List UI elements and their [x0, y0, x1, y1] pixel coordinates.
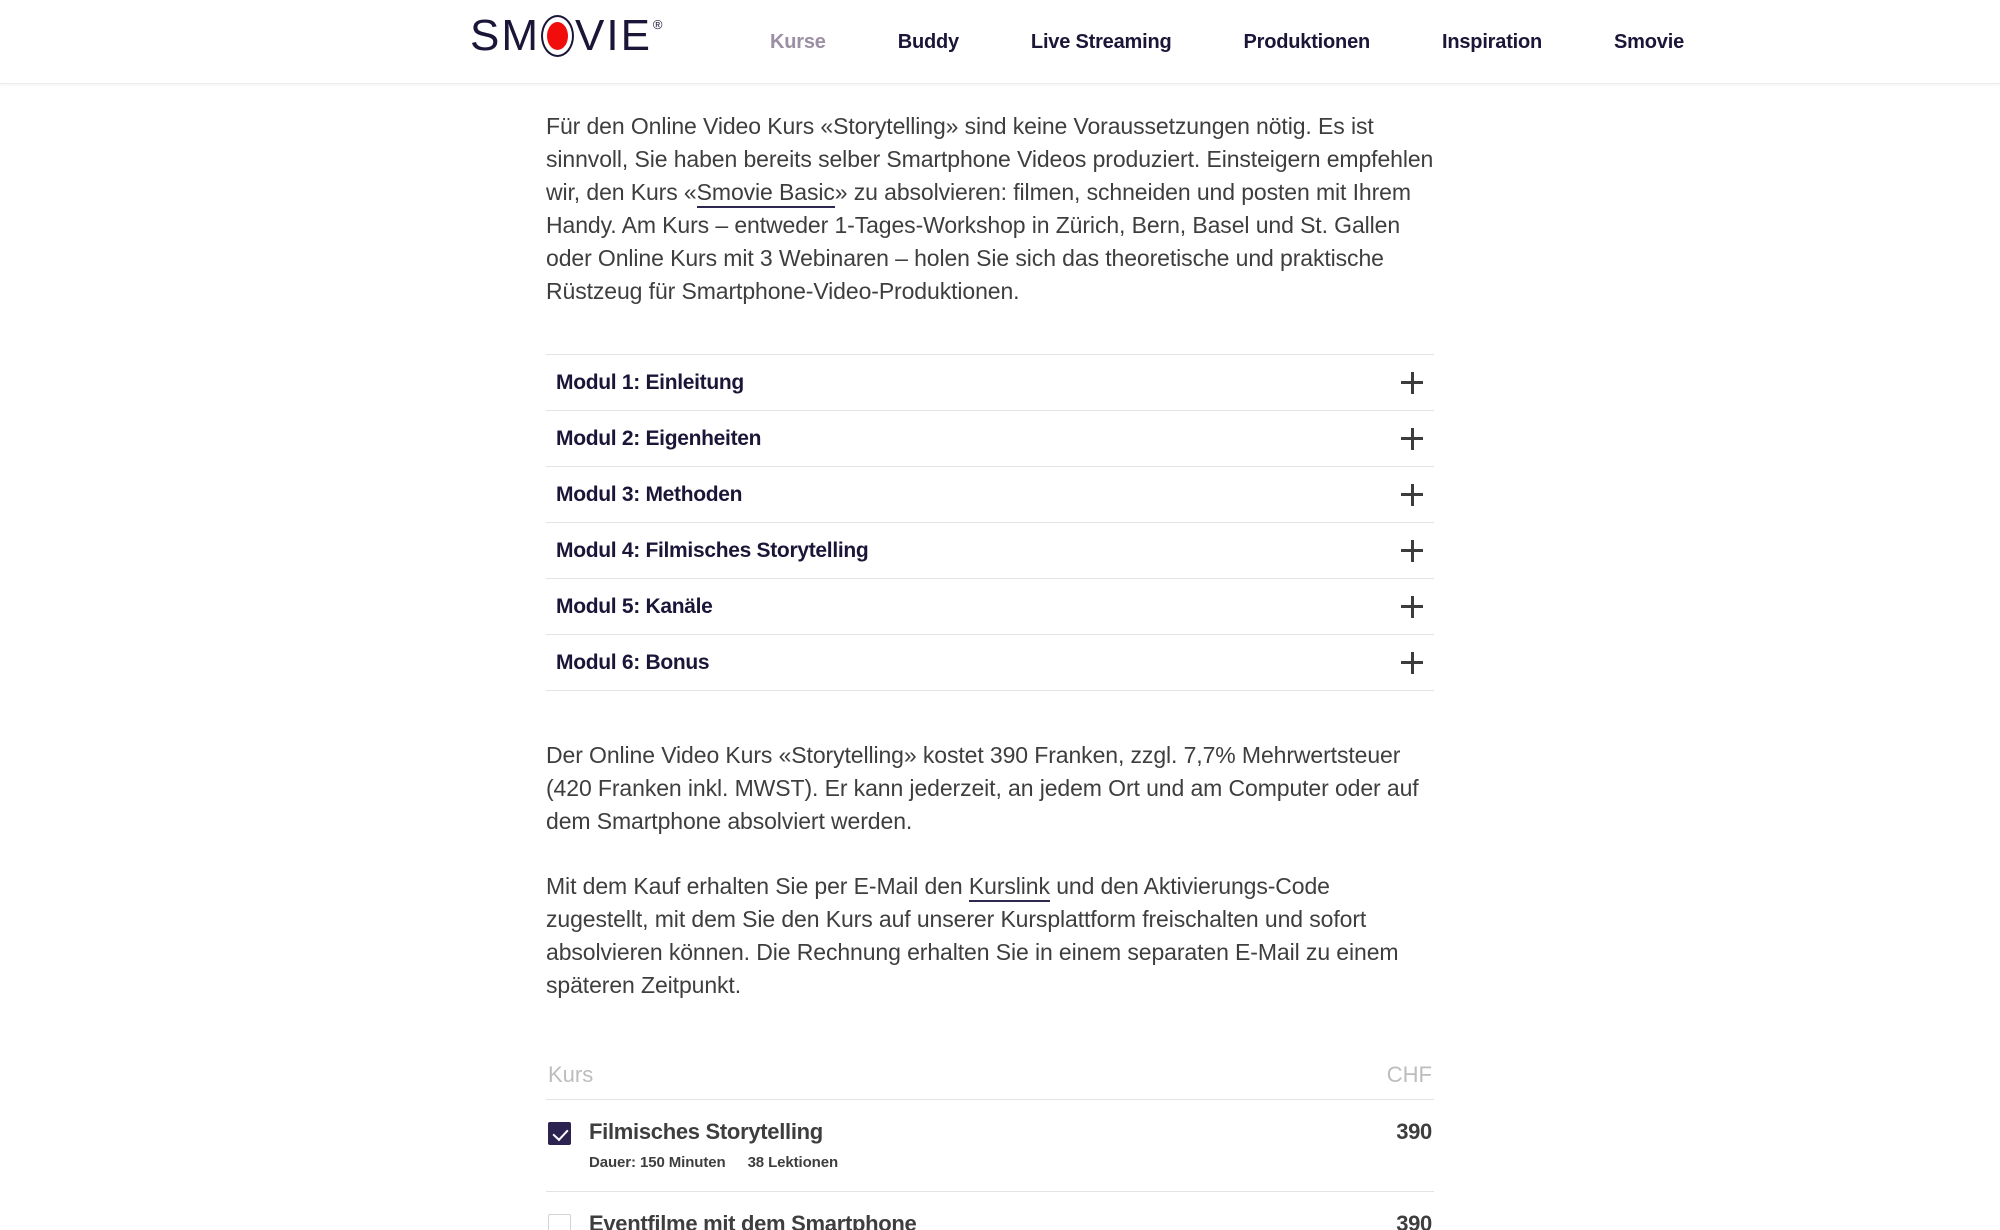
table-row: Filmisches Storytelling Dauer: 150 Minut… [546, 1100, 1434, 1192]
column-header-chf: CHF [1386, 1062, 1432, 1087]
accordion-item-modul-1[interactable]: Modul 1: Einleitung [546, 355, 1434, 411]
logo-wordmark: SM VIE [470, 14, 652, 58]
smovie-basic-link[interactable]: Smovie Basic [696, 179, 835, 208]
course-duration: Dauer: 150 Minuten [589, 1154, 726, 1171]
course-checkbox-eventfilme-mit-dem-smartphone[interactable] [548, 1214, 571, 1230]
registered-trademark-icon: ® [652, 17, 663, 32]
nav-item-buddy[interactable]: Buddy [898, 31, 959, 54]
kurslink-link[interactable]: Kurslink [968, 873, 1050, 902]
main-navigation: Kurse Buddy Live Streaming Produktionen … [770, 0, 1684, 84]
nav-item-smovie[interactable]: Smovie [1614, 31, 1684, 54]
plus-icon[interactable] [1401, 651, 1423, 674]
course-price: 390 [1396, 1119, 1432, 1144]
red-dot-o-icon [541, 15, 574, 57]
accordion-item-modul-2[interactable]: Modul 2: Eigenheiten [546, 411, 1434, 467]
logo-text-part1: SM [470, 11, 540, 60]
accordion-item-modul-4[interactable]: Modul 4: Filmisches Storytelling [546, 523, 1434, 579]
page-body: Für den Online Video Kurs «Storytelling»… [0, 84, 2000, 1230]
course-selection-table: Kurs CHF Filmisches Storytelling Dauer: … [546, 1062, 1434, 1230]
price-paragraph: Der Online Video Kurs «Storytelling» kos… [546, 742, 1419, 834]
plus-icon[interactable] [1401, 539, 1423, 562]
accordion-item-modul-5[interactable]: Modul 5: Kanäle [546, 579, 1434, 635]
site-header: SM VIE ® Kurse Buddy Live Streaming Prod… [0, 0, 2000, 84]
purchase-paragraph: Mit dem Kauf erhalten Sie per E-Mail den… [546, 870, 1436, 1002]
accordion-title: Modul 2: Eigenheiten [556, 426, 762, 450]
course-row-left: Filmisches Storytelling Dauer: 150 Minut… [548, 1118, 838, 1171]
course-row-main: Eventfilme mit dem Smartphone Dauer: 87 … [548, 1210, 1432, 1230]
column-header-kurs: Kurs [548, 1062, 594, 1087]
course-price: 390 [1396, 1211, 1432, 1230]
course-title: Eventfilme mit dem Smartphone [589, 1211, 917, 1230]
course-lessons: 38 Lektionen [747, 1154, 839, 1171]
intro-paragraph: Für den Online Video Kurs «Storytelling»… [546, 110, 1436, 308]
accordion-title: Modul 5: Kanäle [556, 594, 713, 618]
table-row: Eventfilme mit dem Smartphone Dauer: 87 … [546, 1192, 1434, 1230]
plus-icon[interactable] [1401, 427, 1423, 450]
nav-item-produktionen[interactable]: Produktionen [1244, 31, 1371, 54]
course-row-texts: Eventfilme mit dem Smartphone Dauer: 87 … [589, 1210, 917, 1230]
nav-item-inspiration[interactable]: Inspiration [1442, 31, 1542, 54]
logo-text-part2: VIE [575, 11, 652, 60]
course-title: Filmisches Storytelling [589, 1119, 823, 1144]
accordion-title: Modul 3: Methoden [556, 482, 743, 506]
nav-item-kurse[interactable]: Kurse [770, 31, 826, 54]
course-table-header: Kurs CHF [546, 1062, 1434, 1100]
purchase-text-before-link: Mit dem Kauf erhalten Sie per E-Mail den [546, 873, 969, 899]
course-checkbox-filmisches-storytelling[interactable] [548, 1122, 571, 1145]
course-row-left: Eventfilme mit dem Smartphone Dauer: 87 … [548, 1210, 917, 1230]
course-meta: Dauer: 150 Minuten 38 Lektionen [589, 1154, 838, 1171]
accordion-title: Modul 6: Bonus [556, 650, 710, 674]
content-column: Für den Online Video Kurs «Storytelling»… [546, 84, 1436, 1230]
accordion-title: Modul 1: Einleitung [556, 370, 744, 394]
course-row-main: Filmisches Storytelling Dauer: 150 Minut… [548, 1118, 1432, 1171]
nav-item-live-streaming[interactable]: Live Streaming [1031, 31, 1172, 54]
course-row-texts: Filmisches Storytelling Dauer: 150 Minut… [589, 1118, 838, 1171]
accordion-item-modul-3[interactable]: Modul 3: Methoden [546, 467, 1434, 523]
smovie-logo[interactable]: SM VIE ® [470, 14, 663, 58]
accordion-item-modul-6[interactable]: Modul 6: Bonus [546, 635, 1434, 691]
module-accordion: Modul 1: Einleitung Modul 2: Eigenheiten… [546, 354, 1434, 691]
plus-icon[interactable] [1401, 483, 1423, 506]
accordion-title: Modul 4: Filmisches Storytelling [556, 538, 869, 562]
plus-icon[interactable] [1401, 595, 1423, 618]
plus-icon[interactable] [1401, 371, 1423, 394]
